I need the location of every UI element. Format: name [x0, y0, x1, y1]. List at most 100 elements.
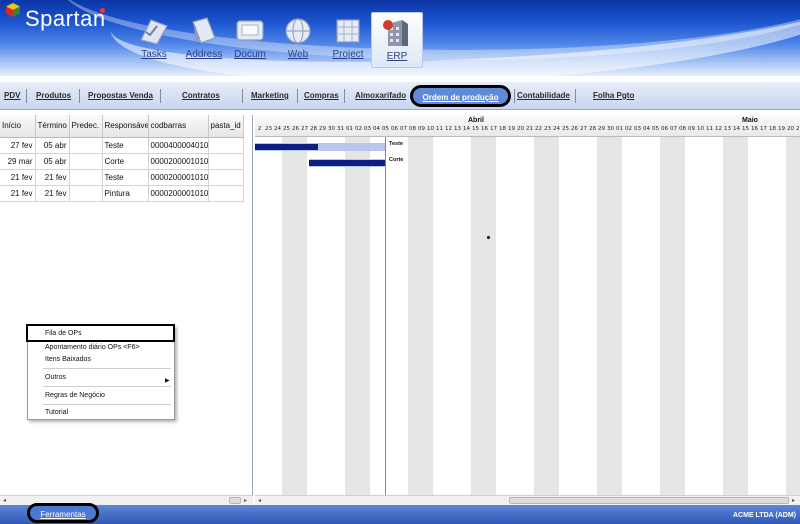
gantt-horizontal-scrollbar[interactable]: ◂ ▸ — [255, 495, 800, 505]
day-label: 17 — [490, 126, 497, 132]
day-label: 03 — [364, 126, 371, 132]
erp-building-icon — [383, 20, 408, 46]
menu-item-outros[interactable]: Outros — [45, 374, 66, 381]
day-label: 06 — [391, 126, 398, 132]
status-company: ACME LTDA (ADM) — [733, 512, 796, 519]
module-erp[interactable]: ERP — [371, 12, 423, 68]
cell-responsavel[interactable]: Corte — [102, 153, 149, 170]
ferramentas-button[interactable]: Ferramentas — [27, 503, 99, 523]
cell-codbarras[interactable]: 00002000010102 — [148, 185, 209, 202]
day-label: 25 — [562, 126, 569, 132]
cell-pasta-id[interactable] — [208, 169, 244, 186]
day-label: 18 — [769, 126, 776, 132]
cell-predec[interactable] — [69, 169, 103, 186]
table-row[interactable]: 27 fev 05 abr Teste 00004000040101 — [0, 137, 244, 154]
cell-pasta-id[interactable] — [208, 153, 244, 170]
cell-pasta-id[interactable] — [208, 185, 244, 202]
cell-responsavel[interactable]: Teste — [102, 169, 149, 186]
menu-item-propostas-venda[interactable]: Propostas Venda — [88, 91, 153, 100]
cell-termino[interactable]: 05 abr — [35, 137, 70, 154]
menu-item-pdv[interactable]: PDV — [4, 91, 20, 100]
menu-separator — [43, 386, 171, 387]
cell-inicio[interactable]: 21 fev — [0, 169, 36, 186]
menu-separator — [344, 89, 345, 103]
module-project[interactable]: Project — [322, 16, 374, 66]
weekend-column — [795, 137, 800, 495]
menu-item-contabilidade[interactable]: Contabilidade — [517, 91, 570, 100]
menu-item-regras-de-negocio[interactable]: Regras de Negócio — [45, 392, 105, 399]
day-label: 30 — [607, 126, 614, 132]
menu-item-folha-pgto[interactable]: Folha Pgto — [593, 91, 634, 100]
module-web[interactable]: Web — [272, 16, 324, 66]
menu-item-marketing[interactable]: Marketing — [251, 91, 289, 100]
cell-codbarras[interactable]: 00004000040101 — [148, 137, 209, 154]
cell-predec[interactable] — [69, 185, 103, 202]
menu-item-ordem-de-producao[interactable]: Ordem de produção — [410, 85, 511, 107]
table-row[interactable]: 21 fev 21 fev Pintura 00002000010102 — [0, 185, 244, 202]
day-label: 09 — [688, 126, 695, 132]
day-label: 20 — [787, 126, 794, 132]
cell-termino[interactable]: 21 fev — [35, 185, 70, 202]
cell-inicio[interactable]: 21 fev — [0, 185, 36, 202]
cell-codbarras[interactable]: 00002000010101 — [148, 169, 209, 186]
cell-codbarras[interactable]: 00002000010103 — [148, 153, 209, 170]
menu-item-contratos[interactable]: Contratos — [182, 91, 220, 100]
day-label: 28 — [310, 126, 317, 132]
task-bar-progress[interactable] — [255, 144, 318, 150]
scroll-left-arrow-icon[interactable]: ◂ — [3, 497, 6, 504]
module-address[interactable]: Address — [178, 16, 230, 66]
cell-pasta-id[interactable] — [208, 137, 244, 154]
weekend-column — [669, 137, 685, 495]
day-label: 29 — [319, 126, 326, 132]
scroll-right-arrow-icon[interactable]: ▸ — [244, 497, 247, 504]
menu-item-produtos[interactable]: Produtos — [36, 91, 71, 100]
scroll-thumb[interactable] — [229, 497, 241, 504]
scroll-right-arrow-icon[interactable]: ▸ — [792, 497, 795, 504]
day-label: 23 — [265, 126, 272, 132]
day-label: 11 — [706, 126, 713, 132]
day-label: 19 — [778, 126, 785, 132]
column-header-termino[interactable]: Término — [35, 115, 70, 138]
day-label: 02 — [355, 126, 362, 132]
column-header-inicio[interactable]: Início — [0, 115, 36, 138]
cell-responsavel[interactable]: Pintura — [102, 185, 149, 202]
day-label: 08 — [409, 126, 416, 132]
weekend-column — [543, 137, 559, 495]
module-address-label: Address — [185, 49, 223, 60]
day-label: 26 — [292, 126, 299, 132]
module-docum[interactable]: Docum — [224, 16, 276, 66]
table-row[interactable]: 29 mar 05 abr Corte 00002000010103 — [0, 153, 244, 170]
column-header-pasta-id[interactable]: pasta_id — [208, 115, 244, 138]
gantt-timeline-header: Abril Maio 2 23 24 25 26 27 28 29 30 31 01 02 03 04 05… — [255, 115, 800, 137]
scroll-thumb[interactable] — [509, 497, 789, 504]
scroll-left-arrow-icon[interactable]: ◂ — [258, 497, 261, 504]
table-row[interactable]: 21 fev 21 fev Teste 00002000010101 — [0, 169, 244, 186]
menu-item-almoxarifado[interactable]: Almoxarifado — [355, 91, 406, 100]
menu-item-apontamento-diario-ops[interactable]: Apontamento diário OPs <F6> — [45, 344, 140, 351]
task-bar-progress[interactable] — [309, 160, 385, 166]
column-header-codbarras[interactable]: codbarras — [148, 115, 209, 138]
module-docum-label: Docum — [234, 49, 266, 60]
cell-termino[interactable]: 05 abr — [35, 153, 70, 170]
day-label: 04 — [643, 126, 650, 132]
cell-inicio[interactable]: 27 fev — [0, 137, 36, 154]
cell-predec[interactable] — [69, 137, 103, 154]
submenu-arrow-icon: ▶ — [165, 377, 170, 384]
cell-predec[interactable] — [69, 153, 103, 170]
cell-inicio[interactable]: 29 mar — [0, 153, 36, 170]
day-label: 08 — [679, 126, 686, 132]
cell-responsavel[interactable]: Teste — [102, 137, 149, 154]
day-label: 10 — [427, 126, 434, 132]
column-header-predec[interactable]: Predec. — [69, 115, 103, 138]
menu-item-itens-baixados[interactable]: Itens Baixados — [45, 356, 91, 363]
module-tasks[interactable]: Tasks — [128, 16, 180, 66]
menu-item-compras[interactable]: Compras — [304, 91, 339, 100]
weekend-column — [480, 137, 496, 495]
column-header-responsavel[interactable]: Responsáve — [102, 115, 149, 138]
day-label: 28 — [589, 126, 596, 132]
day-label: 14 — [463, 126, 470, 132]
menu-separator — [297, 89, 298, 103]
project-icon — [336, 19, 360, 43]
menu-item-tutorial[interactable]: Tutorial — [45, 409, 68, 416]
cell-termino[interactable]: 21 fev — [35, 169, 70, 186]
